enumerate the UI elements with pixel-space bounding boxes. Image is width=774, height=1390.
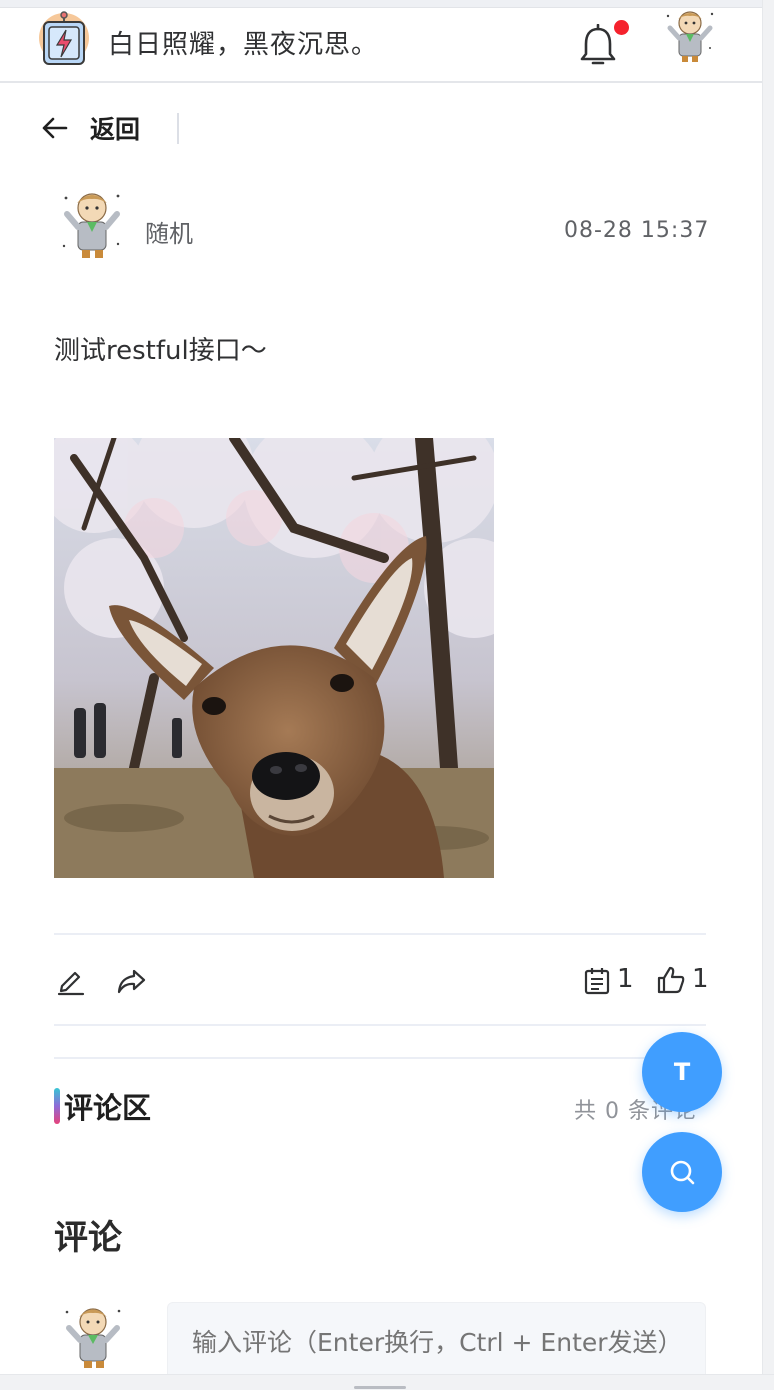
divider-comments	[54, 1057, 706, 1059]
comment-section-title: 评论区	[54, 1088, 152, 1125]
back-divider	[177, 113, 179, 144]
divider-bottom	[54, 1024, 706, 1026]
back-label: 返回	[90, 115, 141, 144]
post-content: 测试restful接口～	[54, 336, 267, 366]
logo-icon[interactable]	[38, 10, 90, 66]
comment-heading: 评论	[54, 1218, 122, 1258]
comment-input[interactable]	[167, 1302, 706, 1382]
notification-dot	[614, 20, 629, 35]
bell-icon[interactable]	[578, 24, 618, 68]
site-slogan: 白日照耀，黑夜沉思。	[108, 30, 379, 60]
back-button[interactable]: 返回	[40, 108, 140, 148]
author-name[interactable]: 随机	[145, 214, 193, 249]
author-avatar[interactable]	[58, 186, 126, 266]
back-to-top-label: T	[673, 1058, 691, 1086]
divider-top	[54, 933, 706, 935]
search-button[interactable]	[642, 1132, 722, 1212]
back-to-top-button[interactable]: T	[642, 1032, 722, 1112]
share-icon[interactable]	[116, 966, 146, 996]
arrow-left-icon	[42, 117, 68, 139]
edit-icon[interactable]	[56, 966, 86, 996]
comment-count: 1	[617, 964, 634, 994]
browser-top-strip	[0, 0, 774, 8]
post-timestamp: 08-28 15:37	[564, 218, 710, 243]
comment-list-icon[interactable]	[582, 966, 612, 996]
title-accent-bar	[54, 1088, 60, 1124]
post-image[interactable]	[54, 438, 494, 878]
user-avatar[interactable]	[662, 8, 718, 66]
thumbs-up-icon[interactable]	[656, 965, 686, 995]
scrollbar-track[interactable]	[762, 0, 774, 1390]
commenter-avatar	[65, 1308, 121, 1368]
comment-section-label: 评论区	[64, 1091, 152, 1125]
app-header: 白日照耀，黑夜沉思。	[0, 8, 762, 83]
like-count: 1	[692, 964, 709, 994]
search-icon	[670, 1160, 695, 1185]
home-indicator	[354, 1386, 406, 1389]
